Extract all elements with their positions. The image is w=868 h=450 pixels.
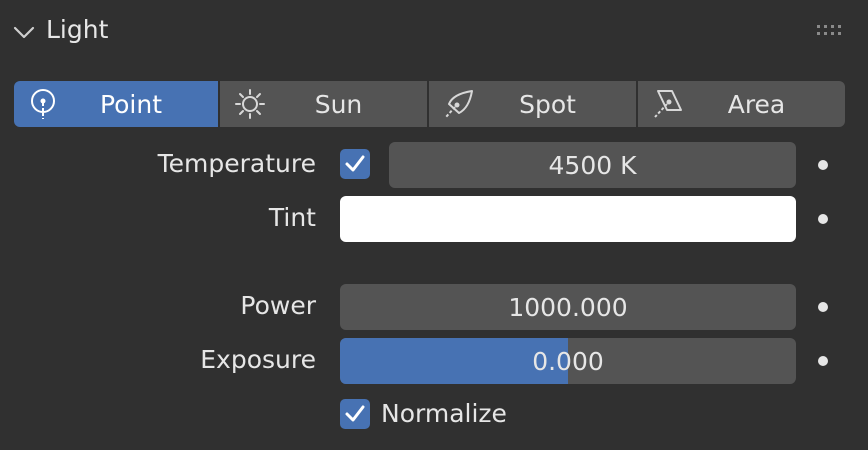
light-type-spot-button[interactable]: Spot	[429, 81, 636, 127]
light-type-sun-label: Sun	[314, 89, 363, 119]
drag-grip-icon[interactable]	[816, 22, 844, 38]
temperature-field[interactable]: 4500 K	[389, 142, 796, 188]
spot-light-icon	[445, 90, 473, 118]
light-type-selector: Point Sun Spot Area	[14, 81, 845, 127]
exposure-keyframe-dot[interactable]	[818, 356, 828, 366]
sun-light-icon	[235, 89, 265, 119]
temperature-checkbox[interactable]	[340, 149, 370, 179]
normalize-label[interactable]: Normalize	[381, 399, 507, 429]
chevron-down-icon[interactable]	[12, 20, 36, 44]
light-type-spot-label: Spot	[519, 89, 576, 119]
checkmark-icon	[345, 155, 365, 172]
light-type-point-button[interactable]: Point	[14, 81, 218, 127]
area-light-icon	[654, 90, 682, 118]
power-field[interactable]: 1000.000	[340, 284, 796, 330]
temperature-value: 4500 K	[548, 150, 637, 180]
checkmark-icon	[345, 405, 365, 422]
light-type-sun-button[interactable]: Sun	[220, 81, 427, 127]
power-keyframe-dot[interactable]	[818, 302, 828, 312]
light-type-point-label: Point	[99, 89, 163, 119]
panel-title: Light	[46, 15, 109, 44]
temperature-keyframe-dot[interactable]	[818, 160, 828, 170]
power-value: 1000.000	[508, 292, 628, 322]
power-label: Power	[240, 291, 316, 320]
tint-color-swatch[interactable]	[340, 196, 796, 242]
light-type-area-label: Area	[727, 89, 786, 119]
tint-keyframe-dot[interactable]	[818, 214, 828, 224]
tint-label: Tint	[268, 203, 316, 232]
exposure-label: Exposure	[200, 345, 316, 374]
panel-header[interactable]: Light	[0, 0, 868, 60]
temperature-label: Temperature	[157, 149, 316, 178]
exposure-slider[interactable]: 0.000	[340, 338, 796, 384]
light-type-area-button[interactable]: Area	[638, 81, 845, 127]
light-properties-panel: Light Point Sun Spot Area Temperature 45…	[0, 0, 868, 450]
point-light-icon	[31, 89, 55, 119]
exposure-value: 0.000	[532, 346, 604, 376]
normalize-checkbox[interactable]	[340, 399, 370, 429]
